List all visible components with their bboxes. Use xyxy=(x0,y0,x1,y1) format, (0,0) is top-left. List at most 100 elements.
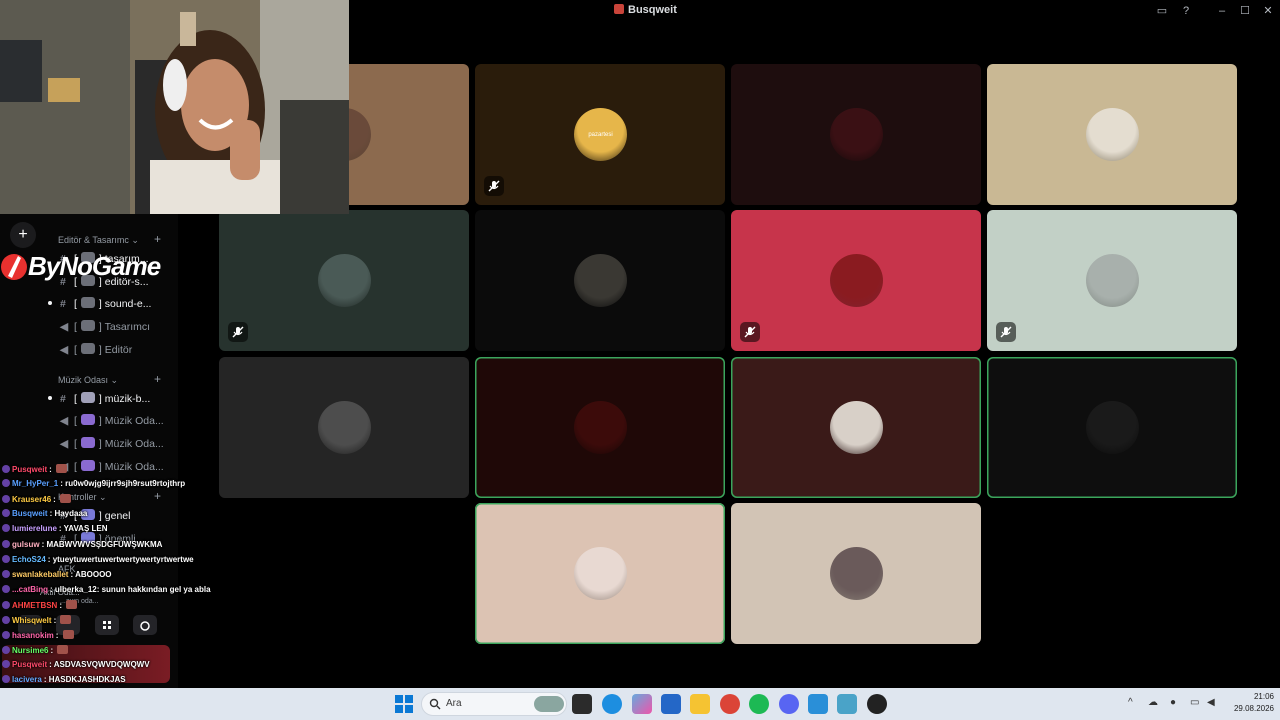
voice-participant-tile[interactable] xyxy=(987,64,1237,205)
voice-participant-tile[interactable]: pazartesi xyxy=(475,64,725,205)
participant-avatar[interactable] xyxy=(830,108,883,161)
minimize-button[interactable]: – xyxy=(1214,3,1230,19)
participant-avatar[interactable] xyxy=(574,547,627,600)
network-icon[interactable]: ▭ xyxy=(1190,697,1199,708)
voice-participant-tile[interactable] xyxy=(219,357,469,498)
participant-avatar[interactable] xyxy=(318,401,371,454)
chat-text: ABOOOO xyxy=(75,569,112,579)
close-button[interactable]: ✕ xyxy=(1260,3,1276,19)
participant-avatar[interactable] xyxy=(830,401,883,454)
muted-microphone-icon xyxy=(996,322,1016,342)
speaker-icon: ◀ xyxy=(60,415,69,427)
chat-message: EchoS24: ytueytuwertuwertwertywertyrtwer… xyxy=(2,554,194,564)
chat-text: YAVAŞ LEN xyxy=(63,524,108,534)
channel-muzik-b[interactable]: #[] müzik-b... xyxy=(60,392,150,410)
participant-avatar[interactable]: pazartesi xyxy=(574,108,627,161)
chat-message: hasanokim: xyxy=(2,630,74,640)
voice-channel-tasarimci[interactable]: ◀[] Tasarımcı xyxy=(60,320,150,338)
channel-sound-e[interactable]: #[] sound-e... xyxy=(60,297,151,315)
voice-participant-tile[interactable] xyxy=(475,210,725,351)
voice-participant-tile[interactable] xyxy=(475,503,725,644)
soundboard-button[interactable] xyxy=(133,615,157,635)
chat-username: gulsuw xyxy=(12,539,40,549)
search-icon xyxy=(429,698,441,710)
voice-participant-tile[interactable] xyxy=(731,503,981,644)
chat-message: AHMETBSN: xyxy=(2,599,78,610)
chat-message: Busqweit: Haydaaa xyxy=(2,509,87,518)
chat-badge-icon xyxy=(2,539,10,548)
tray-chevron-icon[interactable]: ^ xyxy=(1128,697,1133,708)
volume-icon[interactable]: ◀ xyxy=(1207,697,1215,708)
activities-button[interactable] xyxy=(95,615,119,635)
chat-badge-icon xyxy=(2,600,10,609)
chat-badge-icon xyxy=(2,524,10,533)
chat-emote-icon xyxy=(56,464,68,473)
voice-participant-tile[interactable] xyxy=(731,357,981,498)
copilot-icon[interactable] xyxy=(632,694,652,714)
muted-microphone-icon xyxy=(484,176,504,196)
taskbar-clock[interactable]: 21:06 29.08.2026 xyxy=(1224,691,1274,715)
unread-indicator xyxy=(48,396,52,400)
task-view-icon[interactable] xyxy=(572,694,592,714)
chat-username: lacivera xyxy=(12,675,42,685)
obs-icon[interactable] xyxy=(867,694,887,714)
todo-icon[interactable] xyxy=(808,694,828,714)
participant-avatar[interactable] xyxy=(1086,401,1139,454)
participant-avatar[interactable] xyxy=(830,254,883,307)
voice-channel-muzik-3[interactable]: ◀[] Müzik Oda... xyxy=(60,460,164,478)
chat-badge-icon xyxy=(2,616,10,624)
onedrive-icon[interactable]: ☁ xyxy=(1148,697,1158,708)
voice-participant-tile[interactable] xyxy=(987,210,1237,351)
chat-username: Nursime6 xyxy=(12,646,49,656)
windows-start-icon[interactable] xyxy=(395,695,413,713)
file-explorer-icon[interactable] xyxy=(690,694,710,714)
chat-text: ru0w0wjg9ijrr9sjh9rsut9rtojthrp xyxy=(65,479,186,489)
create-channel-icon[interactable]: + xyxy=(154,372,161,386)
participant-avatar[interactable] xyxy=(574,254,627,307)
voice-participant-tile[interactable] xyxy=(475,357,725,498)
window-title: Busqweit xyxy=(614,4,677,16)
webcam-overlay xyxy=(0,0,349,214)
chat-message: Pusqweit: xyxy=(2,464,68,474)
chat-message: swanlakeballet: ABOOOO xyxy=(2,569,112,579)
taskbar-search[interactable]: Ara xyxy=(421,692,567,716)
voice-channel-muzik-2[interactable]: ◀[] Müzik Oda... xyxy=(60,437,164,455)
app-icon[interactable] xyxy=(837,694,857,714)
maximize-button[interactable]: ☐ xyxy=(1237,3,1253,19)
create-channel-icon[interactable]: + xyxy=(154,489,161,503)
chat-message: ...catBing: ulberka_12: sunun hakkından … xyxy=(2,584,211,594)
speaker-icon: ◀ xyxy=(60,438,69,450)
chat-message: Whisqwelt: xyxy=(2,615,72,625)
category-editor[interactable]: Editör & Tasarımc ⌄ xyxy=(58,235,139,246)
help-icon[interactable]: ? xyxy=(1178,3,1194,19)
chat-badge-icon xyxy=(2,584,10,593)
chat-username: Krauser46 xyxy=(12,495,52,505)
chat-text: HASDKJASHDKJAS xyxy=(48,675,126,685)
voice-participant-tile[interactable] xyxy=(219,210,469,351)
participant-avatar[interactable] xyxy=(830,547,883,600)
chrome-icon[interactable] xyxy=(720,694,740,714)
chat-badge-icon xyxy=(2,479,10,488)
spotify-icon[interactable] xyxy=(749,694,769,714)
voice-participant-tile[interactable] xyxy=(731,210,981,351)
bynogame-logo-icon xyxy=(1,254,27,280)
edge-icon[interactable] xyxy=(602,694,622,714)
participant-avatar[interactable] xyxy=(318,254,371,307)
voice-participant-tile[interactable] xyxy=(731,64,981,205)
music-note-icon xyxy=(80,437,95,448)
chat-badge-icon xyxy=(2,509,10,518)
discord-taskbar-icon[interactable] xyxy=(779,694,799,714)
inbox-icon[interactable]: ▭ xyxy=(1154,3,1170,19)
participant-avatar[interactable] xyxy=(574,401,627,454)
chat-message: lumierelune: YAVAŞ LEN xyxy=(2,524,108,533)
participant-avatar[interactable] xyxy=(1086,108,1139,161)
add-server-button[interactable]: + xyxy=(10,222,36,248)
voice-channel-muzik-1[interactable]: ◀[] Müzik Oda... xyxy=(60,414,164,432)
create-channel-icon[interactable]: + xyxy=(154,232,161,246)
store-icon[interactable] xyxy=(661,694,681,714)
category-muzik-odasi[interactable]: Müzik Odası ⌄ xyxy=(58,375,118,386)
participant-avatar[interactable] xyxy=(1086,254,1139,307)
voice-participant-tile[interactable] xyxy=(987,357,1237,498)
microphone-icon[interactable]: ● xyxy=(1170,697,1176,708)
voice-channel-editor[interactable]: ◀[] Editör xyxy=(60,343,132,361)
